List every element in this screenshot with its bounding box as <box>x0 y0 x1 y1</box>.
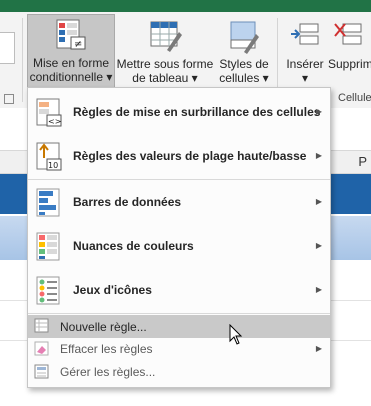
color-scales-icon <box>36 232 60 261</box>
data-bars-icon <box>36 188 60 217</box>
svg-text:≠: ≠ <box>74 39 82 50</box>
menu-item-label: Règles de mise en surbrillance des cellu… <box>73 105 321 119</box>
submenu-arrow-icon: ▶ <box>315 241 322 250</box>
menu-item-icon-sets[interactable]: Jeux d'icônes ▶ <box>28 269 330 313</box>
menu-separator <box>28 179 330 180</box>
menu-item-label: Barres de données <box>73 195 182 209</box>
cell-styles-label-1: Styles de <box>219 57 269 71</box>
cell-styles-button[interactable]: Styles de cellules ▾ <box>214 16 274 89</box>
manage-rules-icon <box>34 364 49 379</box>
menu-item-data-bars[interactable]: Barres de données ▶ <box>28 181 330 225</box>
ribbon-left-control[interactable] <box>0 32 15 64</box>
format-as-table-label-2: de tableau ▾ <box>132 71 198 85</box>
menu-item-manage-rules[interactable]: Gérer les règles... <box>28 361 330 383</box>
menu-item-color-scales[interactable]: Nuances de couleurs ▶ <box>28 225 330 269</box>
conditional-formatting-button[interactable]: ≠ Mise en forme conditionnelle ▾ <box>27 14 115 89</box>
insert-label: Insérer <box>286 57 324 71</box>
top-bottom-rules-icon: 10 <box>36 142 62 171</box>
menu-item-top-bottom-rules[interactable]: 10 Règles des valeurs de plage haute/bas… <box>28 135 330 179</box>
svg-text:<>: <> <box>48 117 61 126</box>
insert-cells-button[interactable]: Insérer ▾ <box>282 16 328 89</box>
column-header-p[interactable]: P <box>358 154 367 169</box>
submenu-arrow-icon: ▶ <box>315 151 322 160</box>
insert-cells-icon <box>291 23 319 45</box>
delete-cells-button[interactable]: Supprim <box>328 16 371 89</box>
clear-rules-icon <box>34 341 49 356</box>
submenu-arrow-icon: ▶ <box>315 107 322 116</box>
conditional-formatting-icon: ≠ <box>56 19 86 50</box>
cell-styles-icon <box>230 21 259 54</box>
format-as-table-button[interactable]: Mettre sous forme de tableau ▾ <box>116 16 214 89</box>
menu-item-highlight-cells-rules[interactable]: <> Règles de mise en surbrillance des ce… <box>28 91 330 135</box>
conditional-formatting-menu: <> Règles de mise en surbrillance des ce… <box>27 87 331 388</box>
menu-item-label: Règles des valeurs de plage haute/basse <box>73 149 307 163</box>
submenu-arrow-icon: ▶ <box>315 344 322 353</box>
submenu-arrow-icon: ▶ <box>315 197 322 206</box>
delete-cells-icon <box>333 23 361 45</box>
menu-separator <box>28 313 330 314</box>
svg-text:10: 10 <box>48 161 58 170</box>
icon-sets-icon <box>36 276 60 305</box>
submenu-arrow-icon: ▶ <box>315 285 322 294</box>
menu-item-label: Nouvelle règle... <box>60 320 147 334</box>
conditional-formatting-label-2: conditionnelle ▾ <box>29 70 113 84</box>
menu-item-label: Jeux d'icônes <box>73 283 152 297</box>
dialog-launcher-icon[interactable] <box>4 94 14 104</box>
format-as-table-icon <box>150 21 182 52</box>
title-bar <box>0 0 371 12</box>
menu-item-label: Effacer les règles <box>60 342 153 356</box>
cell-styles-label-2: cellules ▾ <box>219 71 269 85</box>
menu-item-clear-rules[interactable]: Effacer les règles ▶ <box>28 338 330 360</box>
conditional-formatting-label-1: Mise en forme <box>32 56 110 70</box>
insert-dropdown-icon: ▾ <box>301 71 309 85</box>
menu-item-new-rule[interactable]: Nouvelle règle... <box>28 315 330 338</box>
mouse-cursor-icon <box>229 324 243 345</box>
new-rule-icon <box>34 318 49 333</box>
ribbon-separator <box>22 18 23 102</box>
cells-group-label: Cellule <box>338 92 371 104</box>
menu-item-label: Gérer les règles... <box>60 365 156 379</box>
format-as-table-label-1: Mettre sous forme <box>116 57 214 71</box>
menu-item-label: Nuances de couleurs <box>73 239 194 253</box>
delete-label: Supprim <box>328 57 371 71</box>
highlight-cells-rules-icon: <> <box>36 98 62 127</box>
